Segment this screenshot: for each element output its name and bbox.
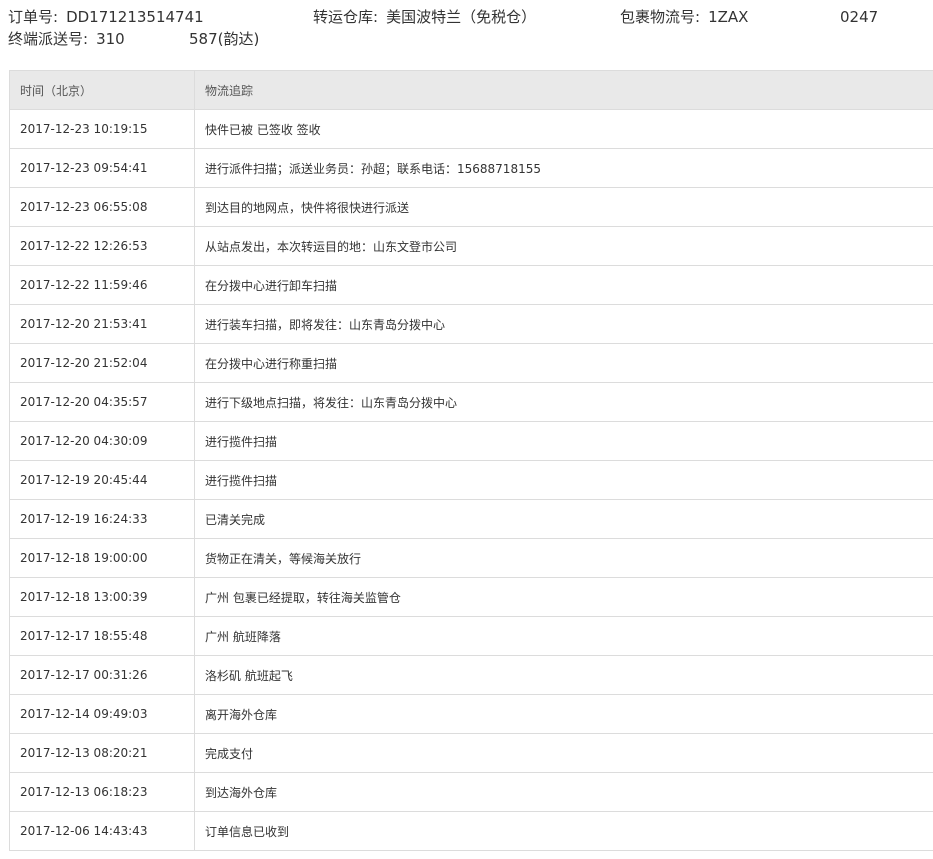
- table-row: 2017-12-23 06:55:08 到达目的地网点，快件将很快进行派送: [9, 187, 933, 227]
- parcel-tracking-value-start: 1ZAX: [708, 8, 749, 26]
- table-row: 2017-12-20 21:53:41 进行装车扫描，即将发往：山东青岛分拨中心: [9, 304, 933, 344]
- row-time: 2017-12-20 21:53:41: [9, 304, 195, 344]
- delivery-number-value-start: 310: [96, 30, 125, 48]
- transfer-warehouse: 转运仓库: 美国波特兰（免税仓）: [313, 6, 536, 28]
- row-tracking-event: 货物正在清关，等候海关放行: [194, 538, 933, 578]
- table-row: 2017-12-23 09:54:41 进行派件扫描；派送业务员：孙超；联系电话：…: [9, 148, 933, 188]
- row-tracking-event: 到达目的地网点，快件将很快进行派送: [194, 187, 933, 227]
- row-time: 2017-12-20 04:35:57: [9, 382, 195, 422]
- order-info: 订单号: DD171213514741 转运仓库: 美国波特兰（免税仓） 包裹物流号…: [8, 6, 933, 54]
- table-row: 2017-12-14 09:49:03 离开海外仓库: [9, 694, 933, 734]
- row-tracking-event: 在分拨中心进行称重扫描: [194, 343, 933, 383]
- table-row: 2017-12-13 08:20:21 完成支付: [9, 733, 933, 773]
- row-tracking-event: 进行下级地点扫描，将发往：山东青岛分拨中心: [194, 382, 933, 422]
- parcel-tracking-value-end: 0247: [840, 8, 879, 26]
- delivery-number-label: 终端派送号:: [8, 30, 89, 48]
- table-row: 2017-12-19 16:24:33 已清关完成: [9, 499, 933, 539]
- row-tracking-event: 广州 包裹已经提取，转往海关监管仓: [194, 577, 933, 617]
- table-row: 2017-12-20 04:35:57 进行下级地点扫描，将发往：山东青岛分拨中心: [9, 382, 933, 422]
- table-row: 2017-12-18 19:00:00 货物正在清关，等候海关放行: [9, 538, 933, 578]
- row-tracking-event: 进行揽件扫描: [194, 421, 933, 461]
- transfer-warehouse-value: 美国波特兰（免税仓）: [386, 8, 537, 26]
- row-time: 2017-12-06 14:43:43: [9, 811, 195, 851]
- row-time: 2017-12-22 12:26:53: [9, 226, 195, 266]
- tracking-table-container: 时间（北京） 物流追踪 2017-12-23 10:19:15 快件已被 已签收 …: [9, 70, 933, 851]
- row-time: 2017-12-20 04:30:09: [9, 421, 195, 461]
- row-tracking-event: 完成支付: [194, 733, 933, 773]
- row-tracking-event: 到达海外仓库: [194, 772, 933, 812]
- row-tracking-event: 广州 航班降落: [194, 616, 933, 656]
- column-header-time: 时间（北京）: [9, 70, 195, 110]
- row-time: 2017-12-17 18:55:48: [9, 616, 195, 656]
- order-number: 订单号: DD171213514741: [8, 6, 204, 28]
- row-time: 2017-12-20 21:52:04: [9, 343, 195, 383]
- row-tracking-event: 进行装车扫描，即将发往：山东青岛分拨中心: [194, 304, 933, 344]
- row-tracking-event: 快件已被 已签收 签收: [194, 109, 933, 149]
- transfer-warehouse-label: 转运仓库:: [313, 8, 379, 26]
- order-number-label: 订单号:: [8, 8, 59, 26]
- row-time: 2017-12-23 09:54:41: [9, 148, 195, 188]
- row-tracking-event: 离开海外仓库: [194, 694, 933, 734]
- table-row: 2017-12-17 00:31:26 洛杉矶 航班起飞: [9, 655, 933, 695]
- table-row: 2017-12-20 04:30:09 进行揽件扫描: [9, 421, 933, 461]
- row-time: 2017-12-23 06:55:08: [9, 187, 195, 227]
- row-time: 2017-12-13 06:18:23: [9, 772, 195, 812]
- table-row: 2017-12-20 21:52:04 在分拨中心进行称重扫描: [9, 343, 933, 383]
- row-time: 2017-12-22 11:59:46: [9, 265, 195, 305]
- tracking-table-body: 2017-12-23 10:19:15 快件已被 已签收 签收 2017-12-23…: [9, 109, 933, 851]
- row-time: 2017-12-23 10:19:15: [9, 109, 195, 149]
- row-time: 2017-12-19 20:45:44: [9, 460, 195, 500]
- row-time: 2017-12-13 08:20:21: [9, 733, 195, 773]
- row-time: 2017-12-18 19:00:00: [9, 538, 195, 578]
- table-row: 2017-12-22 12:26:53 从站点发出，本次转运目的地：山东文登市公司: [9, 226, 933, 266]
- row-tracking-event: 从站点发出，本次转运目的地：山东文登市公司: [194, 226, 933, 266]
- table-row: 2017-12-06 14:43:43 订单信息已收到: [9, 811, 933, 851]
- delivery-number-value-end: 587(韵达): [189, 30, 260, 48]
- order-info-row-2: 终端派送号: 310 587(韵达): [8, 28, 933, 50]
- row-tracking-event: 洛杉矶 航班起飞: [194, 655, 933, 695]
- table-row: 2017-12-13 06:18:23 到达海外仓库: [9, 772, 933, 812]
- row-time: 2017-12-17 00:31:26: [9, 655, 195, 695]
- table-row: 2017-12-23 10:19:15 快件已被 已签收 签收: [9, 109, 933, 149]
- column-header-tracking: 物流追踪: [194, 70, 933, 110]
- tracking-table: 时间（北京） 物流追踪 2017-12-23 10:19:15 快件已被 已签收 …: [9, 70, 933, 851]
- order-info-row-1: 订单号: DD171213514741 转运仓库: 美国波特兰（免税仓） 包裹物流号…: [8, 6, 933, 28]
- row-tracking-event: 在分拨中心进行卸车扫描: [194, 265, 933, 305]
- delivery-number: 终端派送号: 310: [8, 28, 125, 50]
- row-tracking-event: 进行派件扫描；派送业务员：孙超；联系电话：15688718155: [194, 148, 933, 188]
- row-time: 2017-12-19 16:24:33: [9, 499, 195, 539]
- row-tracking-event: 订单信息已收到: [194, 811, 933, 851]
- table-row: 2017-12-17 18:55:48 广州 航班降落: [9, 616, 933, 656]
- parcel-tracking-label: 包裹物流号:: [620, 8, 701, 26]
- row-time: 2017-12-14 09:49:03: [9, 694, 195, 734]
- row-tracking-event: 已清关完成: [194, 499, 933, 539]
- table-row: 2017-12-19 20:45:44 进行揽件扫描: [9, 460, 933, 500]
- table-row: 2017-12-22 11:59:46 在分拨中心进行卸车扫描: [9, 265, 933, 305]
- tracking-table-header: 时间（北京） 物流追踪: [9, 70, 933, 110]
- row-time: 2017-12-18 13:00:39: [9, 577, 195, 617]
- row-tracking-event: 进行揽件扫描: [194, 460, 933, 500]
- parcel-tracking: 包裹物流号: 1ZAX: [620, 6, 748, 28]
- table-row: 2017-12-18 13:00:39 广州 包裹已经提取，转往海关监管仓: [9, 577, 933, 617]
- order-number-value: DD171213514741: [66, 8, 204, 26]
